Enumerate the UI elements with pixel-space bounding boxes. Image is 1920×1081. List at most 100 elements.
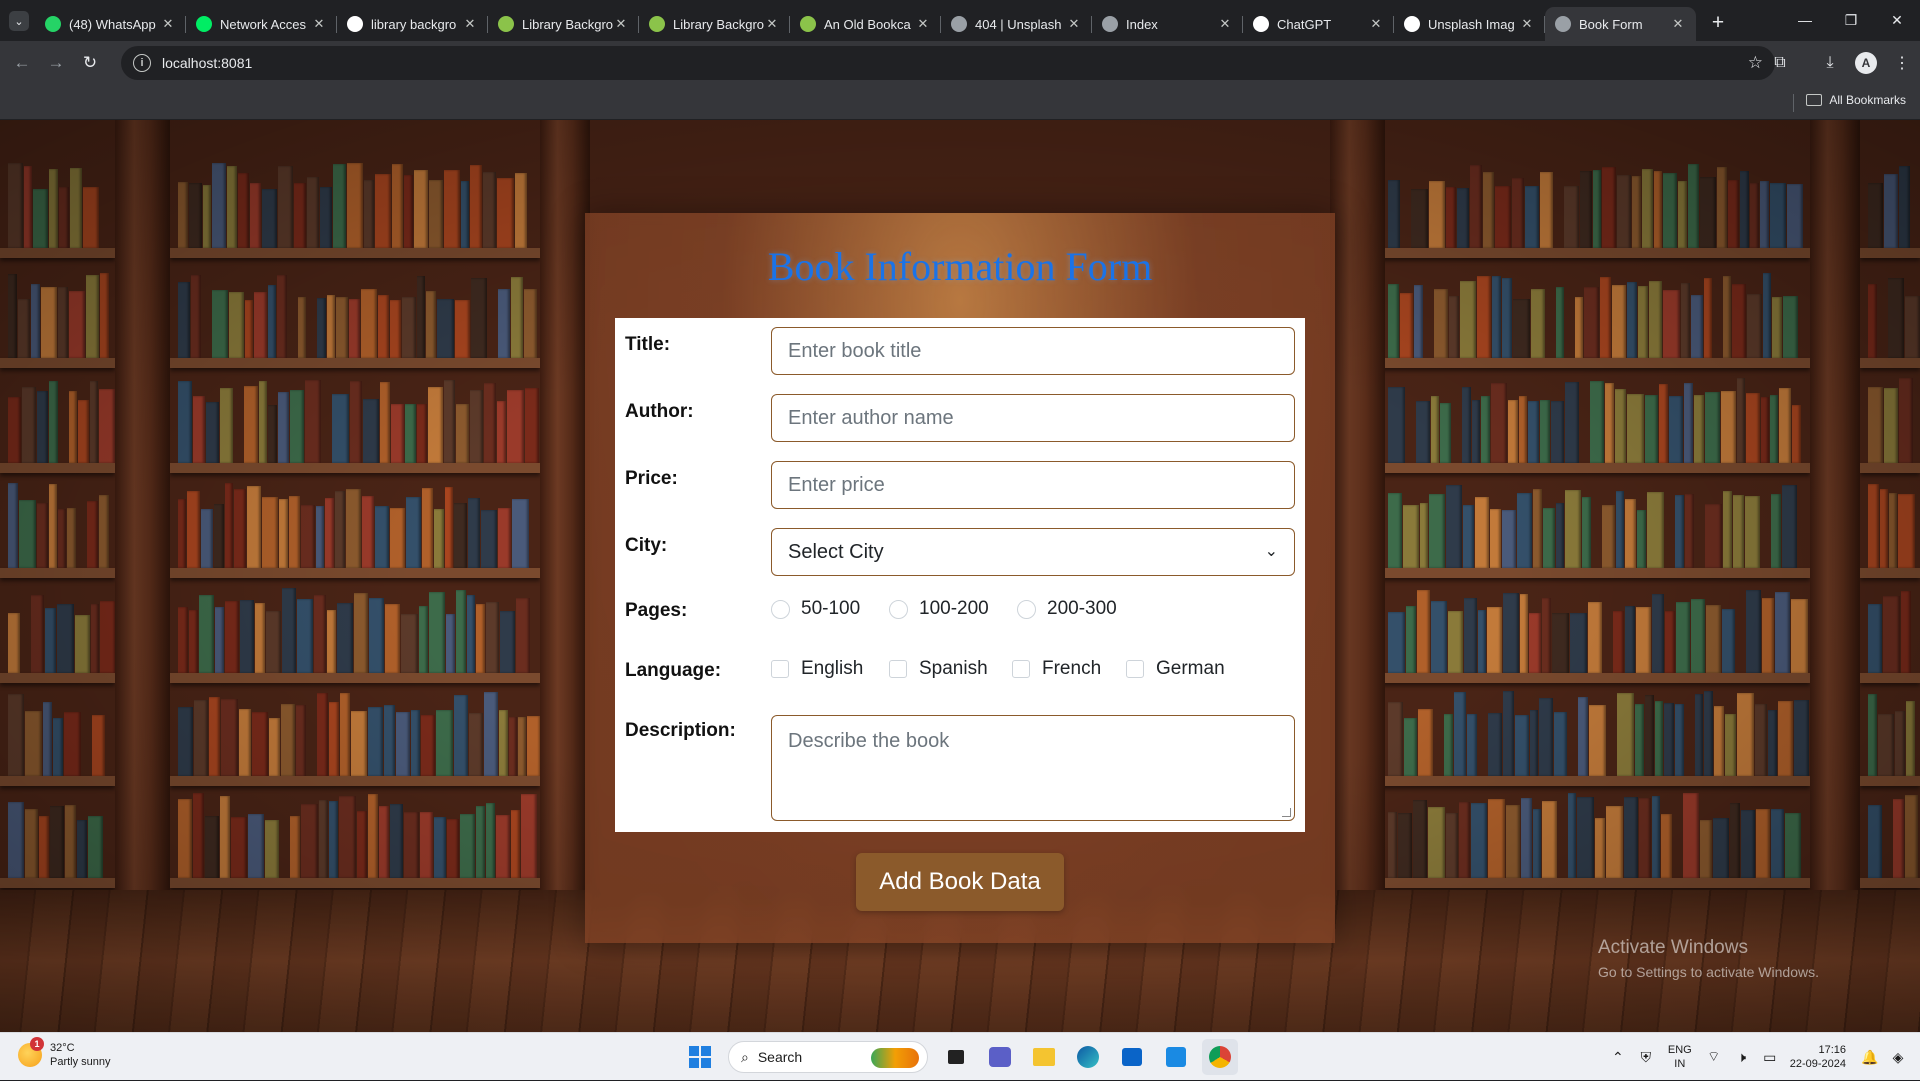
language-option-spanish[interactable]: Spanish bbox=[889, 658, 988, 680]
tab-title: 404 | Unsplash bbox=[975, 16, 1062, 32]
reload-button[interactable]: ↻ bbox=[73, 46, 107, 80]
taskbar-apps: ⌕ Search bbox=[678, 1039, 1242, 1075]
taskbar-search[interactable]: ⌕ Search bbox=[728, 1041, 928, 1073]
browser-tab[interactable]: Library Backgro ✕ bbox=[488, 7, 639, 41]
price-input[interactable]: Enter price bbox=[771, 461, 1295, 509]
globe-icon bbox=[1555, 16, 1571, 32]
close-icon[interactable]: ✕ bbox=[1874, 0, 1920, 40]
browser-tab[interactable]: Library Backgro ✕ bbox=[639, 7, 790, 41]
unsplash-icon bbox=[1404, 16, 1420, 32]
browser-tab[interactable]: Network Acces ✕ bbox=[186, 7, 337, 41]
search-icon: ⌕ bbox=[741, 1048, 749, 1065]
notification-bell-icon[interactable]: 🔔 bbox=[1856, 1049, 1884, 1066]
vscode-icon[interactable] bbox=[1158, 1039, 1194, 1075]
menu-kebab-icon[interactable]: ⋮ bbox=[1884, 45, 1920, 81]
language-indicator[interactable]: ENG IN bbox=[1668, 1043, 1692, 1071]
extensions-icon[interactable]: ⧉ bbox=[1762, 45, 1798, 81]
form-container: Book Information Form Title: Enter book … bbox=[585, 213, 1335, 943]
clock-time: 17:16 bbox=[1818, 1044, 1846, 1056]
all-bookmarks-button[interactable]: All Bookmarks bbox=[1806, 93, 1906, 107]
copilot-icon[interactable]: ◈ bbox=[1884, 1049, 1912, 1066]
battery-icon[interactable]: ▭ bbox=[1756, 1049, 1784, 1066]
restore-icon[interactable]: ❐ bbox=[1828, 0, 1874, 40]
language-option-english[interactable]: English bbox=[771, 658, 863, 680]
tab-search-button[interactable]: ⌄ bbox=[9, 11, 29, 31]
tab-title: Unsplash Imag bbox=[1428, 16, 1515, 32]
wifi-icon[interactable]: ⌔ bbox=[1700, 1048, 1728, 1066]
browser-tab-strip: ⌄ (48) WhatsApp ✕ Network Acces ✕ library ba… bbox=[0, 0, 1920, 41]
tab-title: Library Backgro bbox=[522, 16, 613, 32]
teams-icon[interactable] bbox=[982, 1039, 1018, 1075]
tab-close-icon[interactable]: ✕ bbox=[1519, 16, 1535, 32]
library-site-icon bbox=[498, 16, 514, 32]
download-icon[interactable]: ⤓ bbox=[1812, 45, 1848, 81]
library-site-icon bbox=[649, 16, 665, 32]
chevron-up-icon[interactable]: ⌃ bbox=[1604, 1049, 1632, 1066]
tab-close-icon[interactable]: ✕ bbox=[311, 16, 327, 32]
pages-option-label: 200-300 bbox=[1047, 598, 1117, 619]
edge-icon[interactable] bbox=[1070, 1039, 1106, 1075]
weather-widget[interactable]: 1 32°C Partly sunny bbox=[18, 1037, 111, 1069]
volume-muted-icon[interactable]: 🕨 bbox=[1728, 1049, 1756, 1066]
security-icon[interactable]: ⛨ bbox=[1632, 1049, 1660, 1066]
bookmark-star-icon[interactable]: ☆ bbox=[1748, 53, 1763, 73]
clock[interactable]: 17:16 22-09-2024 bbox=[1790, 1043, 1846, 1071]
chrome-icon[interactable] bbox=[1202, 1039, 1238, 1075]
tab-close-icon[interactable]: ✕ bbox=[613, 16, 629, 32]
radio-button[interactable] bbox=[1017, 599, 1036, 619]
checkbox[interactable] bbox=[889, 660, 907, 678]
tab-close-icon[interactable]: ✕ bbox=[1217, 16, 1233, 32]
browser-tab[interactable]: 404 | Unsplash ✕ bbox=[941, 7, 1092, 41]
tab-close-icon[interactable]: ✕ bbox=[1670, 16, 1686, 32]
clock-date: 22-09-2024 bbox=[1789, 1058, 1846, 1070]
browser-tab[interactable]: An Old Bookca ✕ bbox=[790, 7, 941, 41]
tab-close-icon[interactable]: ✕ bbox=[764, 16, 780, 32]
language-option-label: Spanish bbox=[919, 658, 988, 679]
forward-button[interactable]: → bbox=[39, 46, 73, 80]
minimize-icon[interactable]: — bbox=[1782, 0, 1828, 40]
tab-close-icon[interactable]: ✕ bbox=[160, 16, 176, 32]
browser-tab[interactable]: Book Form ✕ bbox=[1545, 7, 1696, 41]
description-textarea[interactable]: Describe the book bbox=[771, 715, 1295, 821]
checkbox[interactable] bbox=[1012, 660, 1030, 678]
radio-button[interactable] bbox=[771, 599, 790, 619]
browser-tab[interactable]: library backgro ✕ bbox=[337, 7, 488, 41]
store-icon[interactable] bbox=[1114, 1039, 1150, 1075]
site-info-icon[interactable]: i bbox=[133, 54, 151, 72]
checkbox[interactable] bbox=[771, 660, 789, 678]
tab-close-icon[interactable]: ✕ bbox=[915, 16, 931, 32]
resize-handle-icon[interactable] bbox=[1282, 808, 1291, 817]
browser-tab[interactable]: Index ✕ bbox=[1092, 7, 1243, 41]
task-view-icon[interactable] bbox=[938, 1039, 974, 1075]
language-option-french[interactable]: French bbox=[1012, 658, 1101, 680]
tab-close-icon[interactable]: ✕ bbox=[462, 16, 478, 32]
language-option-german[interactable]: German bbox=[1126, 658, 1225, 680]
pages-option-100-200[interactable]: 100-200 bbox=[889, 598, 989, 620]
profile-avatar[interactable]: A bbox=[1855, 52, 1877, 74]
file-explorer-icon[interactable] bbox=[1026, 1039, 1062, 1075]
watermark-line1: Activate Windows bbox=[1598, 937, 1748, 958]
checkbox[interactable] bbox=[1126, 660, 1144, 678]
browser-tab[interactable]: Unsplash Imag ✕ bbox=[1394, 7, 1545, 41]
language-option-label: German bbox=[1156, 658, 1225, 679]
address-bar[interactable]: i localhost:8081 ☆ bbox=[121, 46, 1775, 80]
watermark-line2: Go to Settings to activate Windows. bbox=[1598, 964, 1819, 980]
tab-close-icon[interactable]: ✕ bbox=[1066, 16, 1082, 32]
pages-option-50-100[interactable]: 50-100 bbox=[771, 598, 860, 620]
radio-button[interactable] bbox=[889, 599, 908, 619]
description-label: Description: bbox=[625, 720, 736, 741]
pages-option-200-300[interactable]: 200-300 bbox=[1017, 598, 1117, 620]
folder-icon bbox=[1806, 94, 1823, 106]
add-book-data-button[interactable]: Add Book Data bbox=[856, 853, 1064, 911]
chevron-down-icon: ⌄ bbox=[14, 15, 24, 28]
title-input[interactable]: Enter book title bbox=[771, 327, 1295, 375]
author-input[interactable]: Enter author name bbox=[771, 394, 1295, 442]
browser-tab[interactable]: ChatGPT ✕ bbox=[1243, 7, 1394, 41]
browser-tab[interactable]: (48) WhatsApp ✕ bbox=[35, 7, 186, 41]
city-selected-value: Select City bbox=[788, 540, 884, 563]
back-button[interactable]: ← bbox=[5, 46, 39, 80]
new-tab-button[interactable]: + bbox=[1702, 7, 1734, 39]
windows-start-icon[interactable] bbox=[682, 1039, 718, 1075]
city-select[interactable]: Select City ⌄ bbox=[771, 528, 1295, 576]
tab-close-icon[interactable]: ✕ bbox=[1368, 16, 1384, 32]
